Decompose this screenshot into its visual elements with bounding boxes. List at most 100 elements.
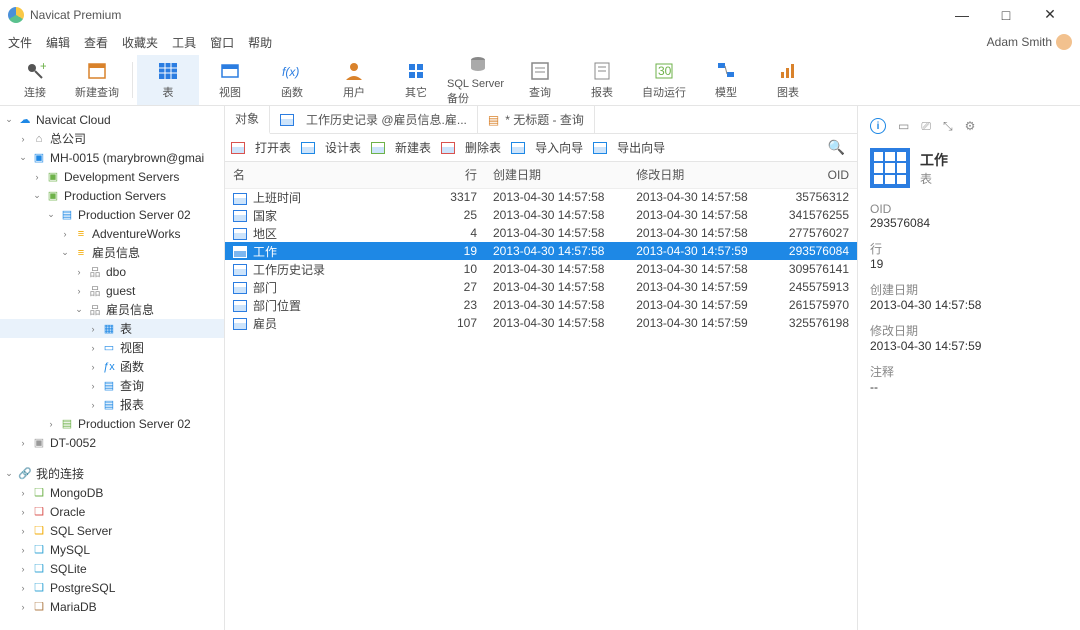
- maximize-button[interactable]: □: [984, 1, 1028, 29]
- info-tab-icon[interactable]: i: [870, 118, 886, 134]
- menu-fav[interactable]: 收藏夹: [122, 34, 158, 51]
- table-row[interactable]: 地区42013-04-30 14:57:582013-04-30 14:57:5…: [225, 224, 857, 242]
- tab[interactable]: ▤ * 无标题 - 查询: [478, 106, 595, 134]
- objtb-label: 打开表: [255, 139, 291, 156]
- tab[interactable]: 对象: [225, 106, 270, 134]
- tree-label: 视图: [120, 339, 144, 356]
- tab-label: 对象: [235, 110, 259, 127]
- objtb-open[interactable]: 打开表: [231, 139, 291, 156]
- tree-label: MariaDB: [50, 600, 97, 614]
- table-row[interactable]: 国家252013-04-30 14:57:582013-04-30 14:57:…: [225, 206, 857, 224]
- tree-node[interactable]: ›⌂总公司: [0, 129, 224, 148]
- query2-icon: [529, 60, 551, 82]
- toolbar-query[interactable]: 新建查询: [66, 55, 128, 105]
- menu-file[interactable]: 文件: [8, 34, 32, 51]
- svg-text:30: 30: [658, 64, 672, 78]
- tree-node[interactable]: ›▦表: [0, 319, 224, 338]
- tree-node[interactable]: ›❑PostgreSQL: [0, 578, 224, 597]
- objtb-label: 导出向导: [617, 139, 665, 156]
- toolbar-user[interactable]: 用户: [323, 55, 385, 105]
- search-icon[interactable]: 🔍: [828, 139, 851, 156]
- tree-node[interactable]: ›ƒx函数: [0, 357, 224, 376]
- toolbar-model[interactable]: 模型: [695, 55, 757, 105]
- relation-tab-icon[interactable]: ⤡: [943, 119, 953, 134]
- link-icon: 🔗: [17, 467, 33, 481]
- objtb-label: 导入向导: [535, 139, 583, 156]
- menu-window[interactable]: 窗口: [210, 34, 234, 51]
- toolbar-query2[interactable]: 查询: [509, 55, 571, 105]
- toolbar-view[interactable]: 视图: [199, 55, 261, 105]
- tree-node[interactable]: ›▤Production Server 02: [0, 414, 224, 433]
- toolbar-plug[interactable]: +连接: [4, 55, 66, 105]
- tree-node[interactable]: ›品guest: [0, 281, 224, 300]
- oracle-icon: ❑: [31, 505, 47, 519]
- tree-node[interactable]: ›▣Development Servers: [0, 167, 224, 186]
- table-row[interactable]: 雇员1072013-04-30 14:57:582013-04-30 14:57…: [225, 314, 857, 332]
- org-icon: ⌂: [31, 132, 47, 146]
- table-row[interactable]: 工作192013-04-30 14:57:582013-04-30 14:57:…: [225, 242, 857, 260]
- object-title: 工作: [920, 150, 948, 170]
- preview-tab-icon[interactable]: ⎚: [921, 119, 931, 134]
- table-icon: [280, 114, 294, 126]
- tree-node[interactable]: ›▤查询: [0, 376, 224, 395]
- tab[interactable]: 工作历史记录 @雇员信息.雇...: [270, 106, 478, 134]
- exp-icon: [593, 142, 607, 154]
- pg-icon: ❑: [31, 581, 47, 595]
- objtb-exp[interactable]: 导出向导: [593, 139, 665, 156]
- toolbar-backup[interactable]: SQL Server 备份: [447, 55, 509, 105]
- menu-tools[interactable]: 工具: [172, 34, 196, 51]
- minimize-button[interactable]: —: [940, 1, 984, 29]
- table-row[interactable]: 上班时间33172013-04-30 14:57:582013-04-30 14…: [225, 188, 857, 206]
- tree-node[interactable]: ⌄▣Production Servers: [0, 186, 224, 205]
- toolbar-report[interactable]: 报表: [571, 55, 633, 105]
- tree-node[interactable]: ›❑SQL Server: [0, 521, 224, 540]
- objtb-label: 删除表: [465, 139, 501, 156]
- col-header[interactable]: OID: [771, 162, 857, 188]
- tree-node[interactable]: ›❑SQLite: [0, 559, 224, 578]
- toolbar-auto[interactable]: 30自动运行: [633, 55, 695, 105]
- tree-node[interactable]: ›≡AdventureWorks: [0, 224, 224, 243]
- tree-node[interactable]: ⌄▣MH-0015 (marybrown@gmai: [0, 148, 224, 167]
- tree-label: 总公司: [50, 130, 86, 147]
- menu-help[interactable]: 帮助: [248, 34, 272, 51]
- toolbar-fx[interactable]: f(x)函数: [261, 55, 323, 105]
- toolbar-other[interactable]: 其它: [385, 55, 447, 105]
- tree-node[interactable]: ›❑MariaDB: [0, 597, 224, 616]
- col-header[interactable]: 行: [425, 162, 485, 188]
- ddl-tab-icon[interactable]: ▭: [898, 119, 909, 133]
- table-icon: [157, 60, 179, 82]
- tree-node[interactable]: ›▭视图: [0, 338, 224, 357]
- settings-tab-icon[interactable]: ⚙: [965, 119, 976, 133]
- menu-view[interactable]: 查看: [84, 34, 108, 51]
- tree-node[interactable]: ⌄≡雇员信息: [0, 243, 224, 262]
- tree-label: 雇员信息: [106, 301, 154, 318]
- caret-icon: ›: [18, 545, 28, 555]
- tree-node[interactable]: ⌄▤Production Server 02: [0, 205, 224, 224]
- tree-node[interactable]: ›❑Oracle: [0, 502, 224, 521]
- close-button[interactable]: ✕: [1028, 1, 1072, 29]
- toolbar-table[interactable]: 表: [137, 55, 199, 105]
- tab-label: * 无标题 - 查询: [505, 111, 584, 128]
- col-header[interactable]: 创建日期: [485, 162, 628, 188]
- col-header[interactable]: 修改日期: [628, 162, 771, 188]
- table-row[interactable]: 部门272013-04-30 14:57:582013-04-30 14:57:…: [225, 278, 857, 296]
- tree-node[interactable]: ›❑MongoDB: [0, 483, 224, 502]
- toolbar-chart[interactable]: 图表: [757, 55, 819, 105]
- tree-node[interactable]: ›▤报表: [0, 395, 224, 414]
- tree-node[interactable]: ›品dbo: [0, 262, 224, 281]
- objtb-new[interactable]: 新建表: [371, 139, 431, 156]
- objtb-imp[interactable]: 导入向导: [511, 139, 583, 156]
- user-label[interactable]: Adam Smith: [987, 34, 1072, 50]
- menu-edit[interactable]: 编辑: [46, 34, 70, 51]
- table-row[interactable]: 部门位置232013-04-30 14:57:582013-04-30 14:5…: [225, 296, 857, 314]
- tree-node[interactable]: ›❑MySQL: [0, 540, 224, 559]
- objtb-del[interactable]: 删除表: [441, 139, 501, 156]
- tree-node[interactable]: ›▣DT-0052: [0, 433, 224, 452]
- detail-value: 2013-04-30 14:57:59: [870, 339, 1068, 353]
- col-header[interactable]: 名: [225, 162, 425, 188]
- objtb-design[interactable]: 设计表: [301, 139, 361, 156]
- table-row[interactable]: 工作历史记录102013-04-30 14:57:582013-04-30 14…: [225, 260, 857, 278]
- tree-node[interactable]: ⌄品雇员信息: [0, 300, 224, 319]
- tree-node[interactable]: ⌄🔗我的连接: [0, 464, 224, 483]
- tree-node[interactable]: ⌄☁Navicat Cloud: [0, 110, 224, 129]
